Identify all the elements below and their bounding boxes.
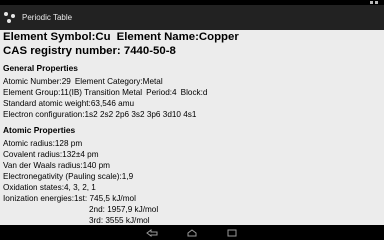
navigation-bar — [0, 225, 384, 240]
ionization-energy-1: Ionization energies:1st: 745,5 kJ/mol — [3, 194, 136, 203]
oxidation-states: Oxidation states:4, 3, 2, 1 — [3, 183, 96, 192]
element-details: Element Symbol:Cu Element Name:Copper CAS… — [0, 30, 384, 225]
recents-icon[interactable] — [223, 227, 241, 238]
covalent-radius: Covalent radius:132±4 pm — [3, 150, 99, 159]
general-properties-title: General Properties — [3, 63, 78, 73]
element-symbol-name: Element Symbol:Cu Element Name:Copper — [3, 30, 384, 44]
electron-configuration: Electron configuration:1s2 2s2 2p6 3s2 3… — [3, 110, 197, 119]
battery-icon — [375, 1, 378, 4]
van-der-waals-radius: Van der Waals radius:140 pm — [3, 161, 110, 170]
action-bar: Periodic Table — [0, 5, 384, 30]
back-icon[interactable] — [143, 227, 161, 238]
signal-icon — [370, 1, 373, 4]
block: Block:d — [180, 88, 208, 97]
atomic-weight: Standard atomic weight:63,546 amu — [3, 99, 135, 108]
cas-number: CAS registry number: 7440-50-8 — [3, 45, 176, 57]
atomic-properties-title: Atomic Properties — [3, 125, 76, 135]
ionization-energy-3: 3rd: 3555 kJ/mol — [89, 216, 150, 225]
home-icon[interactable] — [183, 227, 201, 238]
element-name: Element Name:Copper — [116, 31, 239, 43]
element-group: Element Group:11(IB) Transition Metal — [3, 88, 143, 97]
element-category: Element Category:Metal — [74, 77, 163, 86]
atomic-number-category: Atomic Number:29 Element Category:Metal — [3, 76, 384, 87]
electronegativity: Electronegativity (Pauling scale):1,9 — [3, 172, 134, 181]
group-period-block: Element Group:11(IB) Transition Metal Per… — [3, 87, 384, 98]
app-title: Periodic Table — [22, 13, 73, 22]
element-symbol: Element Symbol:Cu — [3, 31, 111, 43]
atomic-radius: Atomic radius:128 pm — [3, 139, 83, 148]
atom-icon[interactable] — [4, 11, 16, 24]
ionization-energy-2: 2nd: 1957,9 kJ/mol — [89, 205, 159, 214]
period: Period:4 — [146, 88, 177, 97]
atomic-number: Atomic Number:29 — [3, 77, 71, 86]
